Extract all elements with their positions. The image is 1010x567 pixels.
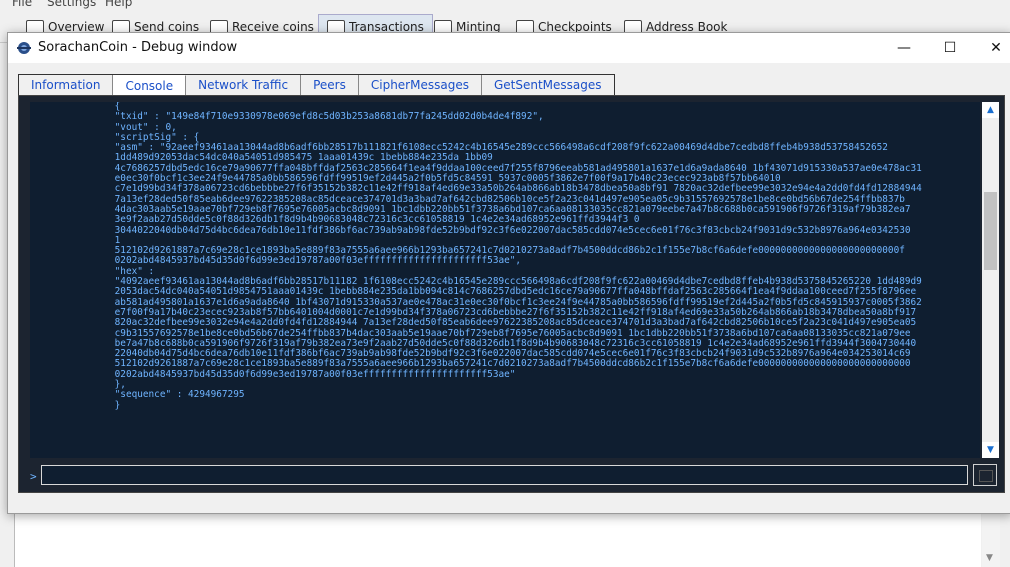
window-title: SorachanCoin - Debug window [38,40,238,55]
scroll-up-arrow-icon[interactable]: ▲ [982,102,999,118]
minimize-button[interactable]: — [881,33,927,63]
console-line: "sequence" : 4294967295 [30,389,245,401]
tab-network-traffic[interactable]: Network Traffic [186,75,302,95]
tab-console[interactable]: Console [113,75,187,96]
scroll-down-arrow-icon[interactable]: ▼ [982,442,999,458]
menu-help[interactable]: Help [105,0,132,9]
menu-file[interactable]: File [12,0,32,9]
debug-window: SorachanCoin - Debug window — ☐ ✕ Inform… [7,32,1010,514]
debug-window-titlebar[interactable]: SorachanCoin - Debug window — ☐ ✕ [8,33,1010,63]
background-menubar: File Settings Help [0,0,1010,12]
clear-icon [979,470,993,482]
console-panel: { "txid" : "149e84f710e9330978e069efd8c5… [18,95,1005,493]
console-line: 820ac32defbee99e3032e94e4a2dd0fd4fd12884… [30,317,917,329]
tab-information[interactable]: Information [19,75,114,95]
debug-tabs: Information Console Network Traffic Peer… [18,74,615,97]
console-line: } [30,399,121,411]
prompt-chevron-icon: > [30,470,37,483]
console-output[interactable]: { "txid" : "149e84f710e9330978e069efd8c5… [30,102,980,458]
console-line: 3044022040db04d75d4bc6dea76db10e11fdf386… [30,224,911,236]
menu-settings[interactable]: Settings [47,0,96,9]
console-input[interactable] [41,465,968,485]
close-button[interactable]: ✕ [973,33,1010,63]
tab-peers[interactable]: Peers [301,75,359,95]
scroll-down-arrow-icon[interactable]: ▼ [986,553,993,563]
tab-ciphermessages[interactable]: CipherMessages [358,75,482,95]
clear-console-button[interactable] [973,464,997,486]
maximize-button[interactable]: ☐ [927,33,973,63]
console-scrollbar[interactable]: ▲ ▼ [982,102,999,458]
scrollbar-thumb[interactable] [984,192,997,270]
tab-getsentmessages[interactable]: GetSentMessages [481,75,614,95]
sorachancoin-app-icon [17,42,31,54]
background-transactions-panel [14,512,981,567]
console-line: 0202abd4845937bd45d35d0f6d99e3ed19787a00… [30,255,522,267]
console-line: 0202abd4845937bd45d35d0f6d99e3ed19787a00… [30,368,516,380]
